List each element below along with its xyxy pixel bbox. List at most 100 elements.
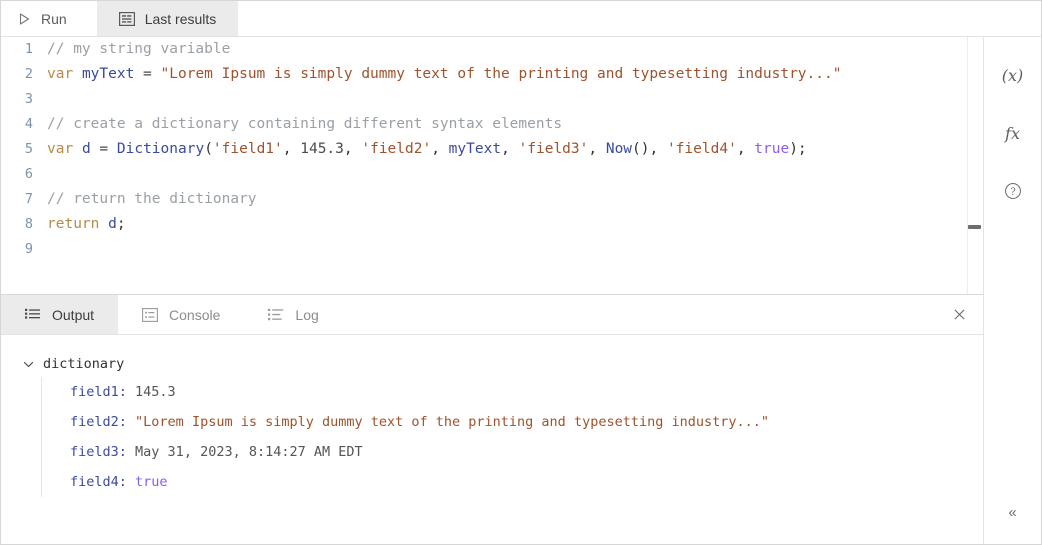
output-field-list: field1: 145.3 field2: "Lorem Ipsum is sim… [41,377,983,497]
line-number: 5 [24,141,33,157]
tab-last-results-label: Last results [144,10,217,27]
collapse-panel-icon[interactable]: « [993,492,1033,532]
code-token-plain: , [736,141,755,157]
editor-splitter-handle[interactable] [968,225,981,229]
code-token-str: "Lorem Ipsum is simply dummy text of the… [160,66,842,82]
output-field-separator: : [118,414,136,430]
code-token-var: myText [448,141,502,157]
line-number: 2 [24,66,33,82]
line-number: 7 [24,191,33,207]
close-icon [953,308,966,321]
variables-icon[interactable]: (x) [993,55,1033,95]
code-token-str: 'field4' [666,141,737,157]
code-token-plain: , [431,141,449,157]
code-token-kw: return [47,216,100,232]
output-tab-output[interactable]: Output [1,295,119,334]
code-token-comment: // create a dictionary containing differ… [47,116,563,132]
code-token-str: 'field2' [361,141,432,157]
output-field-key: field1 [70,384,119,400]
code-line: 1 // my string variable [1,37,983,62]
right-sidebar: (x) fx ? « [984,37,1041,544]
code-token-plain: ); [789,141,807,157]
log-list-icon [268,308,284,322]
close-output-panel-button[interactable] [935,295,983,333]
code-token-kw: var [47,66,74,82]
output-field-separator: : [118,474,136,490]
code-token-plain: , [343,141,362,157]
code-line: 5 var d = Dictionary('field1', 145.3, 'fi… [1,137,983,162]
top-toolbar: Run Last results [1,1,1041,37]
line-number: 6 [24,166,33,182]
editor-scrollbar[interactable] [967,37,983,294]
code-token-var: myText [81,66,135,82]
play-icon [17,12,31,26]
results-table-icon [118,11,135,26]
console-list-icon [142,307,158,322]
run-button[interactable]: Run [1,1,97,36]
output-tab-label: Console [169,306,221,323]
output-field-value: "Lorem Ipsum is simply dummy text of the… [135,414,770,430]
code-token-bool: true [754,141,790,157]
code-token-comment: // my string variable [47,41,231,57]
output-tab-label: Output [52,306,95,323]
output-tab-log[interactable]: Log [244,295,342,334]
code-line-text: // return the dictionary [47,187,257,212]
code-token-plain: (), [632,141,667,157]
output-panel: Output Console Log dictionary field1: 1… [1,294,983,544]
output-root-label: dictionary [43,356,125,372]
output-field-value: May 31, 2023, 8:14:27 AM EDT [135,444,363,460]
main-body: 1 // my string variable 2 var myText = "Lor… [1,37,1041,544]
code-token-num: 145.3 [300,141,344,157]
code-token-plain: ( [204,141,213,157]
code-editor[interactable]: 1 // my string variable 2 var myText = "Lor… [1,37,983,294]
variables-icon-label: (x) [1001,65,1024,85]
code-line-text: var d = Dictionary('field1', 145.3, 'fie… [47,137,807,162]
output-root-node[interactable]: dictionary [1,351,983,377]
tab-last-results[interactable]: Last results [96,1,239,36]
output-field-key: field2 [70,414,119,430]
code-token-str: 'field3' [518,141,589,157]
output-tab-console[interactable]: Console [118,295,244,334]
output-tab-bar: Output Console Log [1,295,983,335]
code-token-fn: Dictionary [116,141,205,157]
code-line-text: return d; [47,212,126,237]
output-field-row: field1: 145.3 [70,377,983,407]
code-token-kw: var [47,141,74,157]
line-number: 3 [24,91,33,107]
code-token-plain: , [282,141,301,157]
output-field-value: true [135,474,168,490]
output-field-separator: : [118,384,136,400]
code-token-str: 'field1' [212,141,283,157]
functions-icon-label: fx [1005,123,1020,143]
chevron-down-icon[interactable] [23,359,34,370]
line-number: 1 [24,41,33,57]
code-token-plain: , [588,141,606,157]
code-line: 7 // return the dictionary [1,187,983,212]
code-token-fn: Now [605,141,633,157]
code-token-plain: ; [116,216,126,232]
collapse-panel-label: « [1008,503,1017,521]
output-content: dictionary field1: 145.3 field2: "Lorem I… [1,335,983,544]
help-icon[interactable]: ? [993,171,1033,211]
code-line: 9 [1,237,983,262]
code-line-text: // my string variable [47,37,230,62]
code-token-var: d [108,216,117,232]
code-line: 3 [1,87,983,112]
code-token-plain: , [501,141,519,157]
output-tab-label: Log [295,306,319,323]
run-label: Run [41,10,67,27]
output-field-key: field3 [70,444,119,460]
output-field-row: field3: May 31, 2023, 8:14:27 AM EDT [70,437,983,467]
output-tabs-host: Output Console Log [1,295,343,334]
code-line-text: var myText = "Lorem Ipsum is simply dumm… [47,62,841,87]
code-line: 8 return d; [1,212,983,237]
line-number: 4 [24,116,33,132]
functions-icon[interactable]: fx [993,113,1033,153]
output-field-value: 145.3 [135,384,176,400]
code-line: 2 var myText = "Lorem Ipsum is simply dum… [1,62,983,87]
output-field-key: field4 [70,474,119,490]
code-token-op: = [90,141,117,157]
line-number: 9 [24,241,33,257]
output-field-row: field4: true [70,467,983,497]
code-line-text: // create a dictionary containing differ… [47,112,562,137]
